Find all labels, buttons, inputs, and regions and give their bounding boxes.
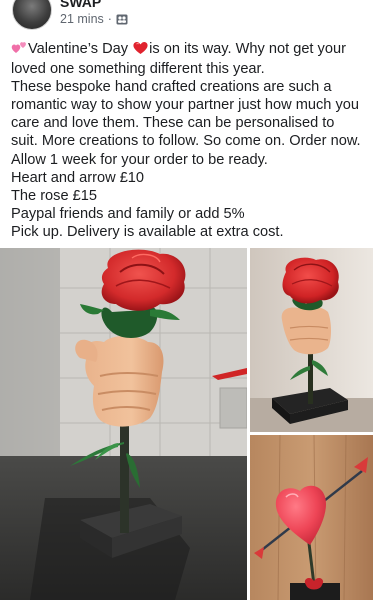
group-avatar[interactable]	[12, 0, 52, 30]
post-header: SWAP 21 mins ·	[0, 0, 373, 34]
meta-separator: ·	[107, 12, 112, 26]
post-timestamp[interactable]: 21 mins	[60, 12, 104, 26]
post-line-10: Paypal friends and family or add 5%	[11, 205, 245, 222]
post-meta: 21 mins ·	[60, 12, 128, 26]
post-line-1a: Valentine’s Day	[28, 41, 133, 57]
red-heart-icon	[132, 40, 149, 60]
post-line-1b: is on its way. Why not get your	[149, 41, 346, 57]
group-name-link[interactable]: SWAP	[60, 0, 101, 10]
post-line-6: suit. More creations to follow. So come …	[11, 133, 361, 150]
post-line-2: loved one something different this year.	[11, 61, 265, 78]
rose-side-photo[interactable]	[250, 248, 373, 432]
post-line-4: romantic way to show your partner just h…	[11, 97, 359, 114]
two-hearts-icon	[11, 40, 28, 60]
post-line-5: care and love them. These can be persona…	[11, 115, 335, 132]
post-message: Valentine’s Day is on its way. Why not g…	[11, 40, 366, 241]
post-line-9: The rose £15	[11, 187, 97, 204]
post-line-8: Heart and arrow £10	[11, 169, 145, 186]
post-line-3: These bespoke hand crafted creations are…	[11, 79, 332, 96]
group-icon	[116, 14, 128, 25]
post-line-7: Allow 1 week for your order to be ready.	[11, 151, 268, 168]
post-line-11: Pick up. Delivery is available at extra …	[11, 223, 284, 240]
rose-hand-photo[interactable]	[0, 248, 247, 600]
heart-arrow-photo[interactable]	[250, 435, 373, 600]
post-line-1: Valentine’s Day is on its way. Why not g…	[11, 40, 366, 60]
